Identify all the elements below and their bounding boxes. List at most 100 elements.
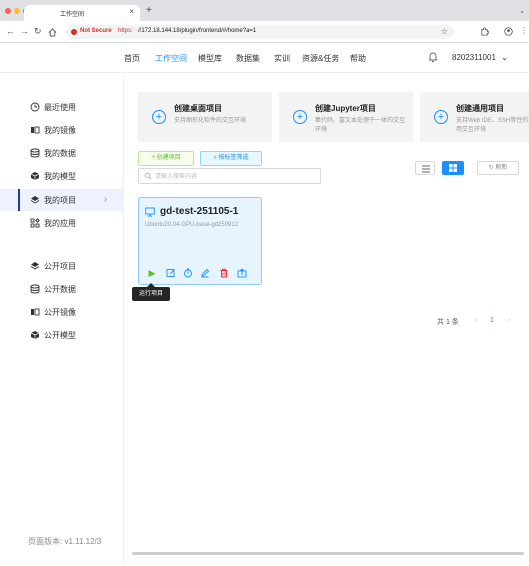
create-generic-project-card[interactable]: + 创建通用项目 支持Web IDE、SSH等性的通用交互环境: [420, 92, 529, 142]
home-icon[interactable]: [48, 28, 57, 37]
nav-workspace[interactable]: 工作空间: [155, 53, 187, 64]
sidebar-item-my-apps[interactable]: 我的应用: [0, 212, 124, 234]
nav-home[interactable]: 首页: [124, 53, 140, 64]
sidebar-item-public-images[interactable]: 公开镜像: [0, 301, 124, 323]
new-tab-icon[interactable]: +: [146, 5, 152, 16]
nav-datasets[interactable]: 数据集: [236, 53, 260, 64]
project-name[interactable]: gd-test-251105-1: [160, 206, 238, 217]
pagination-next[interactable]: ›: [508, 317, 510, 324]
sidebar-item-my-projects[interactable]: 我的项目 ›: [0, 189, 124, 211]
nav-training[interactable]: 实训: [274, 53, 290, 64]
edit-icon[interactable]: [166, 268, 176, 278]
image-icon: [31, 126, 40, 134]
sidebar-item-my-data[interactable]: 我的数据: [0, 142, 124, 164]
project-card[interactable]: gd-test-251105-1 Ubuntu20.04-GPU-base-gd…: [138, 197, 262, 285]
browser-tab-bar: 工作空间 × + ⌄: [0, 0, 529, 21]
bell-icon[interactable]: [428, 51, 438, 63]
browser-tab[interactable]: 工作空间 ×: [24, 5, 140, 21]
sidebar-item-label: 我的项目: [44, 196, 76, 205]
pencil-icon[interactable]: [200, 268, 210, 278]
nav-model-library[interactable]: 模型库: [198, 53, 222, 64]
sidebar-item-recent[interactable]: 最近使用: [0, 96, 124, 118]
list-view-button[interactable]: [415, 161, 435, 175]
chevron-down-icon: ⌄: [501, 53, 508, 62]
forward-icon[interactable]: →: [20, 26, 29, 36]
pagination-prev[interactable]: ‹: [475, 317, 477, 324]
plus-icon: +: [152, 110, 166, 124]
sidebar-item-label: 公开模型: [44, 331, 76, 340]
card-title: 创建通用项目: [456, 104, 504, 113]
sidebar-item-label: 我的模型: [44, 172, 76, 181]
create-desktop-project-card[interactable]: + 创建桌面项目 支持图形化软件的交互环境: [138, 92, 272, 142]
image-icon: [31, 308, 40, 316]
extensions-icon[interactable]: [480, 27, 489, 36]
refresh-button[interactable]: ↻ 刷新: [477, 161, 519, 175]
create-project-button[interactable]: + 创建项目: [138, 151, 194, 166]
sidebar-item-label: 我的镜像: [44, 126, 76, 135]
user-menu[interactable]: 8202311001 ⌄: [452, 53, 508, 62]
url-bar[interactable]: Not Secure https: //172.18.144.18/plugin…: [66, 25, 454, 39]
sidebar-item-label: 我的数据: [44, 149, 76, 158]
sidebar-item-label: 公开项目: [44, 262, 76, 271]
timer-icon[interactable]: [183, 268, 193, 278]
refresh-icon: ↻: [488, 165, 494, 171]
profile-icon[interactable]: [504, 27, 513, 36]
search-field[interactable]: [138, 168, 321, 184]
layers-icon: [30, 196, 40, 204]
nav-resources-tasks[interactable]: 资源&任务: [302, 53, 339, 64]
sidebar-item-public-data[interactable]: 公开数据: [0, 278, 124, 300]
back-icon[interactable]: ←: [6, 26, 15, 36]
list-icon: [422, 165, 430, 173]
horizontal-scrollbar[interactable]: [132, 552, 524, 555]
bookmark-star-icon[interactable]: ☆: [441, 27, 448, 36]
search-icon: [144, 172, 152, 180]
browser-address-bar: ← → ↻ Not Secure https: //172.18.144.18/…: [0, 21, 529, 43]
sidebar-item-label: 公开镜像: [44, 308, 76, 317]
grid-view-button[interactable]: [442, 161, 464, 175]
url-scheme: https:: [118, 28, 133, 34]
refresh-label: 刷新: [495, 165, 508, 171]
card-title: 创建桌面项目: [174, 104, 222, 113]
sidebar-item-public-projects[interactable]: 公开项目: [0, 255, 124, 277]
nav-help[interactable]: 帮助: [350, 53, 366, 64]
reload-icon[interactable]: ↻: [34, 26, 42, 37]
database-icon: [30, 284, 40, 294]
create-jupyter-project-card[interactable]: + 创建Jupyter项目 集代码、富文本处理于一体的交互环境: [279, 92, 413, 142]
database-icon: [30, 148, 40, 158]
grid-icon: [449, 164, 457, 172]
not-secure-label[interactable]: Not Secure: [80, 28, 112, 34]
minimize-window-icon[interactable]: [14, 8, 20, 14]
sidebar-item-my-models[interactable]: 我的模型: [0, 165, 124, 187]
card-desc: 集代码、富文本处理于一体的交互环境: [315, 118, 406, 133]
sidebar-item-public-models[interactable]: 公开模型: [0, 324, 124, 346]
sidebar-item-label: 公开数据: [44, 285, 76, 294]
filter-label: 按标签筛选: [218, 155, 249, 161]
browser-menu-icon[interactable]: ⋮: [520, 26, 528, 35]
export-icon[interactable]: [237, 268, 247, 278]
filter-by-tag-button[interactable]: ⌕ 按标签筛选: [200, 151, 262, 166]
cube-icon: [30, 331, 40, 339]
tab-menu-icon[interactable]: ⌄: [519, 7, 525, 15]
search-input[interactable]: [155, 171, 315, 182]
user-id: 8202311001: [452, 53, 496, 62]
plus-icon: +: [434, 110, 448, 124]
clock-icon: [30, 102, 40, 112]
project-image: Ubuntu20.04-GPU-base-gd250912: [145, 222, 239, 228]
close-window-icon[interactable]: [5, 8, 11, 14]
play-icon[interactable]: ▶: [147, 268, 157, 278]
plus-icon: +: [293, 110, 307, 124]
tab-close-icon[interactable]: ×: [129, 7, 134, 16]
monitor-icon: [145, 207, 155, 217]
sidebar-item-label: 最近使用: [44, 103, 76, 112]
card-desc: 支持图形化软件的交互环境: [174, 118, 247, 124]
warning-icon: [71, 29, 77, 35]
apps-icon: [30, 218, 40, 228]
delete-icon[interactable]: [219, 268, 229, 278]
chevron-right-icon: ›: [104, 194, 107, 204]
sidebar-item-my-images[interactable]: 我的镜像: [0, 119, 124, 141]
main-content: + 创建桌面项目 支持图形化软件的交互环境 + 创建Jupyter项目 集代码、…: [124, 74, 529, 566]
layers-icon: [30, 262, 40, 270]
card-title: 创建Jupyter项目: [315, 104, 376, 113]
cube-icon: [30, 172, 40, 180]
pagination-page-1[interactable]: 1: [490, 317, 494, 324]
